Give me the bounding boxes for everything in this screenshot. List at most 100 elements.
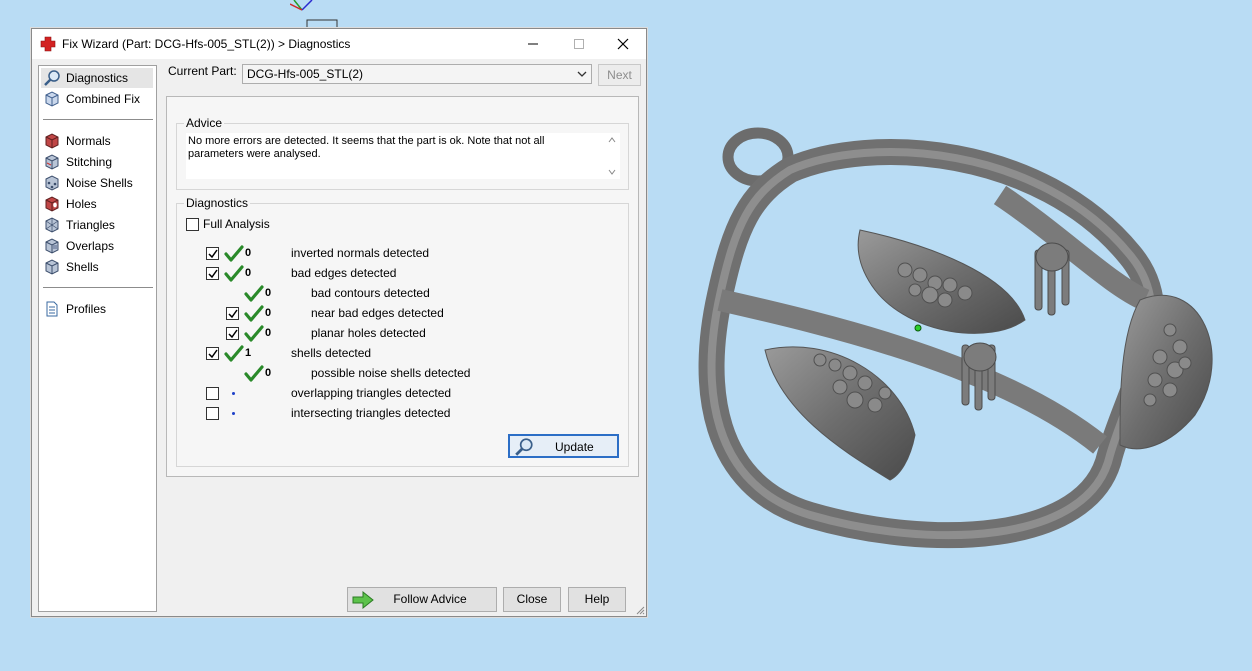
shells-count: 1 — [245, 347, 252, 359]
shells-cube-icon — [45, 259, 59, 275]
sidebar-item-label: Shells — [66, 260, 99, 274]
bad-contours-count: 0 — [265, 287, 272, 299]
magnifier-icon — [44, 70, 60, 86]
stitching-cube-icon — [45, 154, 59, 170]
sidebar-divider — [43, 119, 153, 120]
near-bad-edges-checkbox[interactable] — [226, 307, 239, 320]
cube-icon — [45, 91, 59, 107]
sidebar-item-stitching[interactable]: Stitching — [41, 152, 153, 172]
resize-grip-icon[interactable] — [635, 605, 645, 615]
bad-edges-checkbox[interactable] — [206, 267, 219, 280]
overlapping-triangles-checkbox[interactable] — [206, 387, 219, 400]
magnifier-icon — [515, 438, 533, 456]
green-check-icon — [224, 345, 244, 362]
close-icon — [617, 38, 629, 50]
green-check-icon — [244, 285, 264, 302]
holes-cube-icon — [45, 196, 59, 212]
sidebar-item-label: Stitching — [66, 155, 113, 169]
current-part-value: DCG-Hfs-005_STL(2) — [247, 67, 364, 81]
advice-textbox[interactable]: No more errors are detected. It seems th… — [186, 133, 620, 179]
diagnostics-panel: Advice No more errors are detected. It s… — [166, 96, 639, 477]
full-analysis-checkbox[interactable] — [186, 218, 199, 231]
current-part-label: Current Part: — [168, 64, 237, 78]
sidebar-item-label: Triangles — [66, 218, 115, 232]
green-check-icon — [244, 325, 264, 342]
3d-part-model[interactable] — [680, 125, 1225, 555]
sidebar-item-triangles[interactable]: Triangles — [41, 215, 153, 235]
current-part-dropdown[interactable]: DCG-Hfs-005_STL(2) — [242, 64, 592, 84]
pending-dot-icon — [232, 392, 235, 395]
fix-wizard-dialog: Fix Wizard (Part: DCG-Hfs-005_STL(2)) > … — [31, 28, 647, 617]
advice-group: Advice No more errors are detected. It s… — [176, 116, 629, 190]
scroll-up-icon[interactable] — [608, 137, 616, 143]
update-label: Update — [555, 440, 594, 454]
bad-edges-count: 0 — [245, 267, 252, 279]
planar-holes-checkbox[interactable] — [226, 327, 239, 340]
diagnostics-title: Diagnostics — [184, 196, 251, 210]
intersecting-triangles-checkbox[interactable] — [206, 407, 219, 420]
sidebar-item-combined-fix[interactable]: Combined Fix — [41, 89, 153, 109]
checkmark-icon — [228, 329, 238, 339]
title-bar[interactable]: Fix Wizard (Part: DCG-Hfs-005_STL(2)) > … — [32, 29, 646, 59]
noise-shells-label: possible noise shells detected — [311, 366, 471, 380]
normals-cube-icon — [45, 133, 59, 149]
diagnostics-group: Diagnostics Full Analysis 0 inverted nor… — [176, 196, 629, 467]
inverted-normals-label: inverted normals detected — [291, 246, 430, 260]
sidebar-item-overlaps[interactable]: Overlaps — [41, 236, 153, 256]
sidebar-item-label: Overlaps — [66, 239, 115, 253]
green-check-icon — [244, 305, 264, 322]
sidebar-item-normals[interactable]: Normals — [41, 131, 153, 151]
overlapping-triangles-label: overlapping triangles detected — [291, 386, 452, 400]
chevron-down-icon — [577, 71, 587, 77]
green-check-icon — [224, 245, 244, 262]
inverted-normals-checkbox[interactable] — [206, 247, 219, 260]
document-icon — [46, 301, 58, 317]
near-bad-edges-label: near bad edges detected — [311, 306, 444, 320]
shells-checkbox[interactable] — [206, 347, 219, 360]
overlaps-cube-icon — [45, 238, 59, 254]
sidebar-item-holes[interactable]: Holes — [41, 194, 153, 214]
bad-edges-label: bad edges detected — [291, 266, 397, 280]
scroll-down-icon[interactable] — [608, 169, 616, 175]
sidebar-item-label: Noise Shells — [66, 176, 133, 190]
intersecting-triangles-label: intersecting triangles detected — [291, 406, 451, 420]
noise-shells-count: 0 — [265, 367, 272, 379]
wizard-sidebar: Diagnostics Combined Fix Normals Stitchi… — [38, 65, 157, 612]
triangles-cube-icon — [45, 217, 59, 233]
maximize-icon — [574, 39, 584, 49]
advice-title: Advice — [184, 116, 225, 130]
sidebar-item-label: Holes — [66, 197, 97, 211]
checkmark-icon — [208, 349, 218, 359]
advice-text: No more errors are detected. It seems th… — [188, 135, 545, 160]
noise-cube-icon — [45, 175, 59, 191]
green-check-icon — [244, 365, 264, 382]
bad-contours-label: bad contours detected — [311, 286, 430, 300]
planar-holes-count: 0 — [265, 327, 272, 339]
maximize-button[interactable] — [556, 29, 602, 59]
next-button[interactable]: Next — [598, 64, 641, 86]
minimize-icon — [528, 43, 538, 45]
window-title: Fix Wizard (Part: DCG-Hfs-005_STL(2)) > … — [62, 37, 351, 51]
minimize-button[interactable] — [510, 29, 556, 59]
sidebar-item-shells[interactable]: Shells — [41, 257, 153, 277]
sidebar-item-profiles[interactable]: Profiles — [41, 299, 153, 319]
axis-gizmo-icon — [290, 0, 338, 30]
red-cross-icon — [40, 36, 56, 52]
checkmark-icon — [208, 249, 218, 259]
shells-label: shells detected — [291, 346, 372, 360]
green-check-icon — [224, 265, 244, 282]
update-button[interactable]: Update — [508, 434, 619, 458]
green-arrow-icon — [352, 590, 374, 610]
help-button[interactable]: Help — [568, 587, 626, 612]
checkmark-icon — [228, 309, 238, 319]
close-button[interactable]: Close — [503, 587, 561, 612]
sidebar-item-label: Normals — [66, 134, 111, 148]
full-analysis-label: Full Analysis — [203, 217, 270, 231]
sidebar-item-noise-shells[interactable]: Noise Shells — [41, 173, 153, 193]
sidebar-item-diagnostics[interactable]: Diagnostics — [41, 68, 153, 88]
planar-holes-label: planar holes detected — [311, 326, 426, 340]
sidebar-item-label: Profiles — [66, 302, 107, 316]
checkmark-icon — [208, 269, 218, 279]
follow-advice-button[interactable]: Follow Advice — [347, 587, 497, 612]
close-window-button[interactable] — [600, 29, 646, 59]
